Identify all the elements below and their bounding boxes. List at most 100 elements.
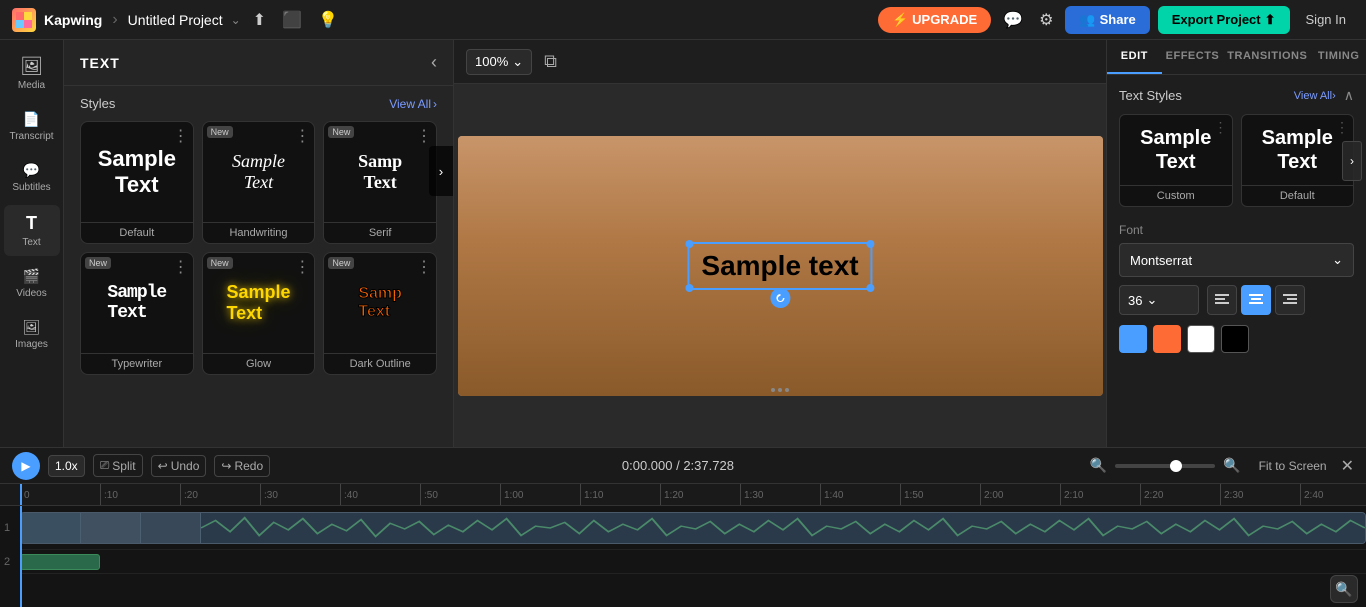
- export-button[interactable]: Export Project ⬆: [1158, 6, 1290, 34]
- sidebar-item-media[interactable]: 🖼 Media: [4, 48, 60, 99]
- videos-icon: 🎬: [23, 268, 40, 285]
- upload-button[interactable]: ⬆: [249, 6, 270, 34]
- align-center-button[interactable]: [1241, 285, 1271, 315]
- sidebar-item-text[interactable]: T Text: [4, 205, 60, 256]
- timeline-toolbar: ▶ 1.0x ⎚ Split ↩ Undo ↪ Redo 0:00.000 / …: [0, 448, 1366, 484]
- style-card-default[interactable]: ⋮ SampleText Default: [80, 121, 194, 244]
- audio-waveform: [201, 513, 1365, 543]
- timeline-time-display: 0:00.000 / 2:37.728: [278, 458, 1078, 473]
- text-styles-view-all[interactable]: View All ›: [1294, 90, 1336, 102]
- handle-bottom-left[interactable]: [685, 284, 693, 292]
- card-menu-icon-glow[interactable]: ⋮: [294, 257, 310, 277]
- redo-button[interactable]: ↪ Redo: [214, 455, 270, 477]
- zoom-chevron-icon: ⌄: [512, 54, 523, 70]
- font-size-select[interactable]: 36 ⌄: [1119, 285, 1199, 315]
- styles-nav-right-button[interactable]: ›: [1342, 141, 1362, 181]
- color-swatch-black[interactable]: [1221, 325, 1249, 353]
- zoom-out-icon[interactable]: 🔍: [1219, 453, 1244, 478]
- style-card-inner-handwriting: New ⋮ SampleText: [203, 122, 315, 222]
- section-collapse-icon[interactable]: ∧: [1344, 87, 1354, 104]
- zoom-thumb[interactable]: [1170, 460, 1182, 472]
- ts-card-menu-default[interactable]: ⋮: [1335, 119, 1349, 136]
- crop-button[interactable]: ⧉: [540, 47, 561, 76]
- split-button[interactable]: ⎚ Split: [93, 454, 143, 477]
- timeline-search-button[interactable]: 🔍: [1330, 575, 1358, 603]
- align-left-button[interactable]: [1207, 285, 1237, 315]
- timeline-ruler: 0 :10 :20 :30 :40 :50 1:00 1:10 1:20 1:3…: [0, 484, 1366, 506]
- timeline-cursor[interactable]: [20, 484, 22, 505]
- new-badge-serif: New: [328, 126, 354, 138]
- ts-custom-label: Custom: [1120, 185, 1232, 206]
- split-icon: ⎚: [100, 458, 110, 473]
- style-grid: ⋮ SampleText Default New ⋮ SampleText Ha…: [64, 121, 453, 387]
- play-button[interactable]: ▶: [12, 452, 40, 480]
- canvas-viewport[interactable]: Sample text: [454, 84, 1106, 447]
- sidebar-item-images[interactable]: 🖼 Images: [4, 311, 60, 358]
- tab-edit[interactable]: EDIT: [1107, 40, 1162, 74]
- sidebar-label-images: Images: [15, 339, 48, 350]
- ts-card-default[interactable]: ⋮ SampleText Default: [1241, 114, 1355, 207]
- align-right-button[interactable]: [1275, 285, 1305, 315]
- upgrade-button[interactable]: ⚡ UPGRADE: [878, 7, 991, 33]
- card-menu-icon-typewriter[interactable]: ⋮: [173, 257, 189, 277]
- tab-transitions[interactable]: TRANSITIONS: [1223, 40, 1311, 74]
- ts-card-custom[interactable]: ⋮ SampleText Custom: [1119, 114, 1233, 207]
- share-button[interactable]: 👥 Share: [1065, 6, 1149, 34]
- font-select[interactable]: Montserrat ⌄: [1119, 243, 1354, 277]
- zoom-in-icon[interactable]: 🔍: [1086, 453, 1111, 478]
- speed-select[interactable]: 1.0x: [48, 455, 85, 477]
- font-section-label: Font: [1119, 223, 1354, 237]
- text-styles-label: Text Styles: [1119, 88, 1182, 103]
- theme-toggle-button[interactable]: 💡: [314, 6, 342, 34]
- project-title[interactable]: Untitled Project: [128, 12, 223, 28]
- comment-button[interactable]: 💬: [999, 6, 1027, 34]
- zoom-select[interactable]: 100% ⌄: [466, 49, 532, 75]
- project-chevron-icon[interactable]: ⌄: [231, 13, 241, 27]
- align-buttons: [1207, 285, 1305, 315]
- signin-button[interactable]: Sign In: [1298, 6, 1354, 33]
- rotate-handle[interactable]: [770, 288, 790, 308]
- zoom-track[interactable]: [1115, 464, 1215, 468]
- panel-title: TEXT: [80, 55, 120, 71]
- preview-button[interactable]: ⬛: [278, 6, 306, 34]
- app-logo: [12, 8, 36, 32]
- style-card-glow[interactable]: New ⋮ SampleText Glow: [202, 252, 316, 375]
- ruler-mark-7: 1:10: [580, 484, 660, 506]
- default-sample-text: SampleText: [98, 146, 176, 199]
- style-card-serif[interactable]: New ⋮ SampText Serif: [323, 121, 437, 244]
- handle-top-left[interactable]: [685, 240, 693, 248]
- main-area: 🖼 Media 📄 Transcript 💬 Subtitles T Text …: [0, 40, 1366, 447]
- card-menu-icon[interactable]: ⋮: [173, 126, 189, 146]
- font-chevron-icon: ⌄: [1332, 252, 1343, 268]
- video-canvas: Sample text: [458, 136, 1103, 396]
- color-swatch-blue[interactable]: [1119, 325, 1147, 353]
- tab-effects[interactable]: EFFECTS: [1162, 40, 1224, 74]
- card-menu-icon-handwriting[interactable]: ⋮: [294, 126, 310, 146]
- video-track-bar[interactable]: [20, 512, 1366, 544]
- undo-button[interactable]: ↩ Undo: [151, 455, 207, 477]
- timeline-close-button[interactable]: ✕: [1341, 456, 1354, 476]
- style-card-handwriting[interactable]: New ⋮ SampleText Handwriting: [202, 121, 316, 244]
- sidebar-item-subtitles[interactable]: 💬 Subtitles: [4, 154, 60, 201]
- view-all-button[interactable]: View All ›: [389, 97, 437, 111]
- glow-sample-text: SampleText: [226, 282, 290, 324]
- color-swatch-white[interactable]: [1187, 325, 1215, 353]
- panel-close-button[interactable]: ‹: [431, 52, 437, 73]
- new-badge-glow: New: [207, 257, 233, 269]
- card-menu-icon-serif[interactable]: ⋮: [416, 126, 432, 146]
- text-track-bar[interactable]: [20, 554, 100, 570]
- style-card-typewriter[interactable]: New ⋮ SampleText Typewriter: [80, 252, 194, 375]
- tab-timing[interactable]: TIMING: [1311, 40, 1366, 74]
- fit-to-screen-button[interactable]: Fit to Screen: [1253, 456, 1333, 476]
- sidebar-item-transcript[interactable]: 📄 Transcript: [4, 103, 60, 150]
- font-size-row: 36 ⌄: [1119, 285, 1354, 315]
- style-grid-nav-right[interactable]: ›: [429, 146, 453, 196]
- sidebar-item-videos[interactable]: 🎬 Videos: [4, 260, 60, 307]
- settings-button[interactable]: ⚙: [1035, 6, 1057, 34]
- ts-card-menu-custom[interactable]: ⋮: [1214, 119, 1228, 136]
- style-card-darkoutline[interactable]: New ⋮ SampText Dark Outline: [323, 252, 437, 375]
- handwriting-label: Handwriting: [203, 222, 315, 243]
- selected-text-element[interactable]: Sample text: [687, 242, 872, 290]
- color-swatch-orange[interactable]: [1153, 325, 1181, 353]
- card-menu-icon-darkoutline[interactable]: ⋮: [416, 257, 432, 277]
